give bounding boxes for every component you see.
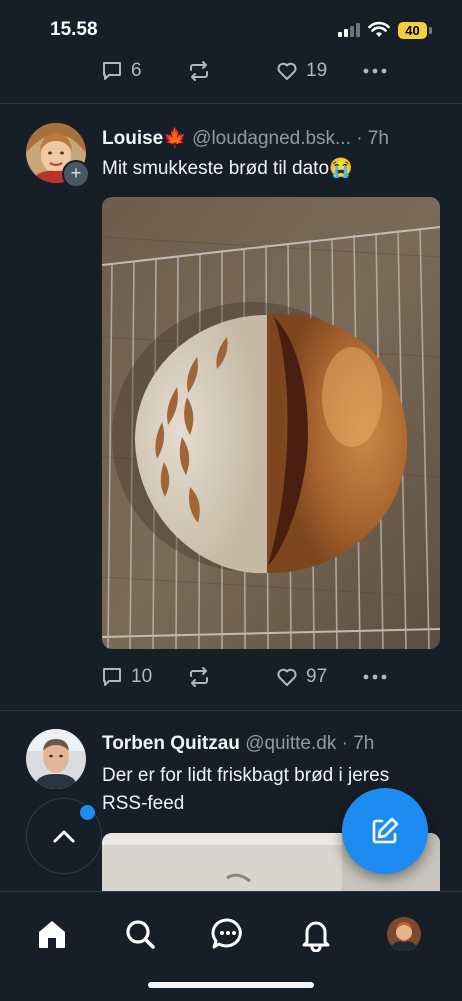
heart-icon [277, 668, 297, 686]
reply-button[interactable]: 6 [100, 56, 142, 86]
author-name[interactable]: Louise🍁 [102, 128, 187, 149]
like-button[interactable]: 97 [275, 662, 327, 692]
reply-count: 10 [131, 666, 153, 687]
compose-button[interactable] [342, 788, 428, 874]
follow-plus-icon[interactable]: + [62, 160, 90, 188]
tab-profile[interactable] [382, 912, 426, 956]
author-name[interactable]: Torben Quitzau [102, 733, 240, 754]
tab-notifications[interactable] [294, 912, 338, 956]
more-icon [363, 68, 387, 74]
tab-home[interactable] [30, 912, 74, 956]
compose-icon [372, 817, 399, 844]
reply-count: 6 [131, 60, 142, 81]
post-header: Louise🍁 @loudagned.bsk... · 7h [102, 126, 442, 150]
more-icon [363, 674, 387, 680]
separator-dot: · [356, 128, 363, 149]
author-handle[interactable]: @quitte.dk [245, 733, 336, 754]
avatar [387, 917, 421, 952]
wifi-icon [368, 21, 390, 37]
tab-search[interactable] [118, 912, 162, 956]
reply-icon [103, 668, 121, 686]
post-actions: 10 97 [100, 662, 400, 692]
signal-icon [338, 23, 360, 37]
divider [0, 710, 462, 711]
divider [0, 103, 462, 104]
post-time: 7h [367, 128, 389, 149]
reply-button[interactable]: 10 [100, 662, 152, 692]
search-icon [126, 920, 155, 949]
reply-icon [103, 62, 121, 80]
home-icon [39, 921, 65, 948]
home-indicator [148, 982, 314, 988]
new-posts-indicator [80, 805, 95, 820]
post-actions-previous: 6 19 [100, 56, 400, 86]
repost-icon [190, 61, 208, 81]
status-time: 15.58 [50, 19, 98, 40]
post-time: 7h [353, 733, 375, 754]
repost-icon [190, 667, 208, 687]
post-text: Mit smukkeste brød til dato😭 [102, 158, 353, 179]
tab-chat[interactable] [206, 912, 250, 956]
chat-icon [211, 918, 242, 949]
battery-indicator: 40 [398, 22, 427, 39]
repost-button[interactable] [187, 56, 211, 86]
heart-icon [277, 62, 297, 80]
chevron-up-icon [53, 830, 75, 843]
more-button[interactable] [362, 56, 388, 86]
bell-icon [302, 921, 330, 952]
battery-tip [429, 27, 432, 34]
repost-button[interactable] [187, 662, 211, 692]
post-header: Torben Quitzau @quitte.dk · 7h [102, 733, 442, 755]
author-handle[interactable]: @loudagned.bsk... [192, 128, 351, 149]
separator-dot: · [341, 733, 348, 754]
more-button[interactable] [362, 662, 388, 692]
like-count: 19 [306, 60, 328, 81]
like-button[interactable]: 19 [275, 56, 327, 86]
avatar[interactable] [26, 729, 86, 789]
post-image-bread[interactable] [102, 197, 440, 649]
status-bar: 15.58 40 [0, 0, 462, 56]
like-count: 97 [306, 666, 328, 687]
